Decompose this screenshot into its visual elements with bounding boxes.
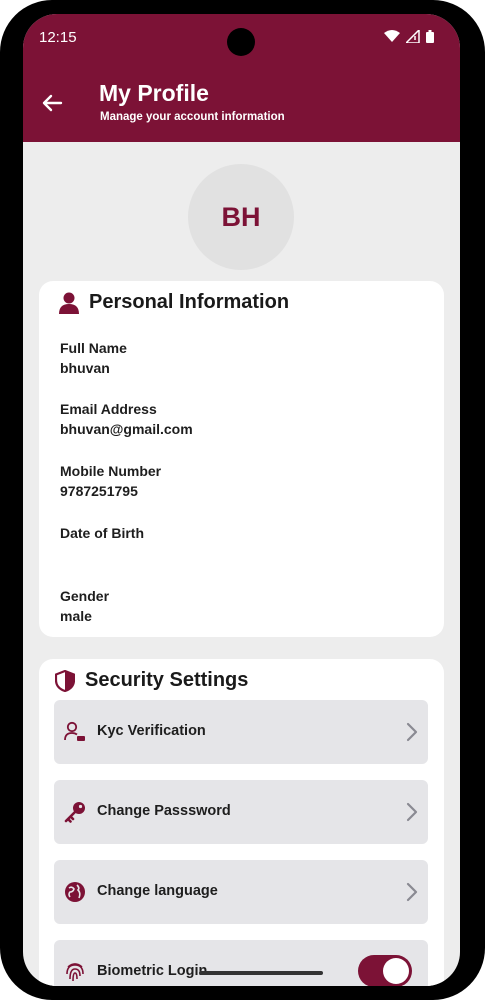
avatar-initials: BH [221,201,261,232]
email-value: bhuvan@gmail.com [60,421,193,437]
phone-frame: 12:15 My Profile Manage your account inf… [0,0,485,1000]
change-language-item[interactable]: Change language [54,860,428,924]
biometric-login-label: Biometric Login [97,963,208,979]
page-title: My Profile [99,80,209,106]
globe-icon [65,882,85,902]
back-arrow-icon[interactable] [39,90,65,116]
security-title: Security Settings [85,669,249,691]
change-password-label: Change Passsword [97,803,231,819]
app-bar: 12:15 My Profile Manage your account inf… [23,14,460,142]
screen: 12:15 My Profile Manage your account inf… [23,14,460,986]
mobile-value: 9787251795 [60,483,138,499]
gender-label: Gender [60,588,110,604]
status-time: 12:15 [39,29,77,46]
full-name-field: Full Name bhuvan [60,340,127,376]
full-name-label: Full Name [60,340,127,356]
chevron-right-icon [406,882,418,902]
personal-info-card: Personal Information Full Name bhuvan Em… [39,281,444,637]
dob-field: Date of Birth [60,525,144,561]
kyc-verification-item[interactable]: Kyc Verification [54,700,428,764]
gender-value: male [60,608,92,624]
change-password-item[interactable]: Change Passsword [54,780,428,844]
personal-info-header: Personal Information [59,291,289,314]
kyc-user-icon [64,721,85,741]
chevron-right-icon [406,802,418,822]
change-language-label: Change language [97,883,218,899]
gender-field: Gender male [60,588,109,624]
person-icon [59,292,79,314]
dob-label: Date of Birth [60,525,144,541]
security-settings-card: Security Settings Kyc Verification Chang… [39,659,444,986]
biometric-toggle[interactable] [358,955,412,986]
email-field: Email Address bhuvan@gmail.com [60,401,193,437]
page-subtitle: Manage your account information [100,111,285,123]
email-label: Email Address [60,401,157,417]
fingerprint-icon [66,963,84,982]
camera-cutout [227,28,255,56]
wifi-icon [384,30,400,42]
dob-value [60,545,144,561]
avatar[interactable]: BH [188,164,294,270]
signal-icon [406,30,420,43]
home-indicator[interactable] [199,971,323,975]
biometric-login-item[interactable]: Biometric Login [54,940,428,986]
security-header: Security Settings [55,669,248,692]
shield-icon [55,669,75,692]
mobile-field: Mobile Number 9787251795 [60,463,161,499]
status-icons [384,30,434,43]
kyc-verification-label: Kyc Verification [97,723,206,739]
chevron-right-icon [406,722,418,742]
mobile-label: Mobile Number [60,463,162,479]
battery-icon [426,30,434,43]
toggle-knob [383,958,409,984]
full-name-value: bhuvan [60,360,110,376]
key-icon [64,802,85,823]
personal-info-title: Personal Information [89,291,290,313]
